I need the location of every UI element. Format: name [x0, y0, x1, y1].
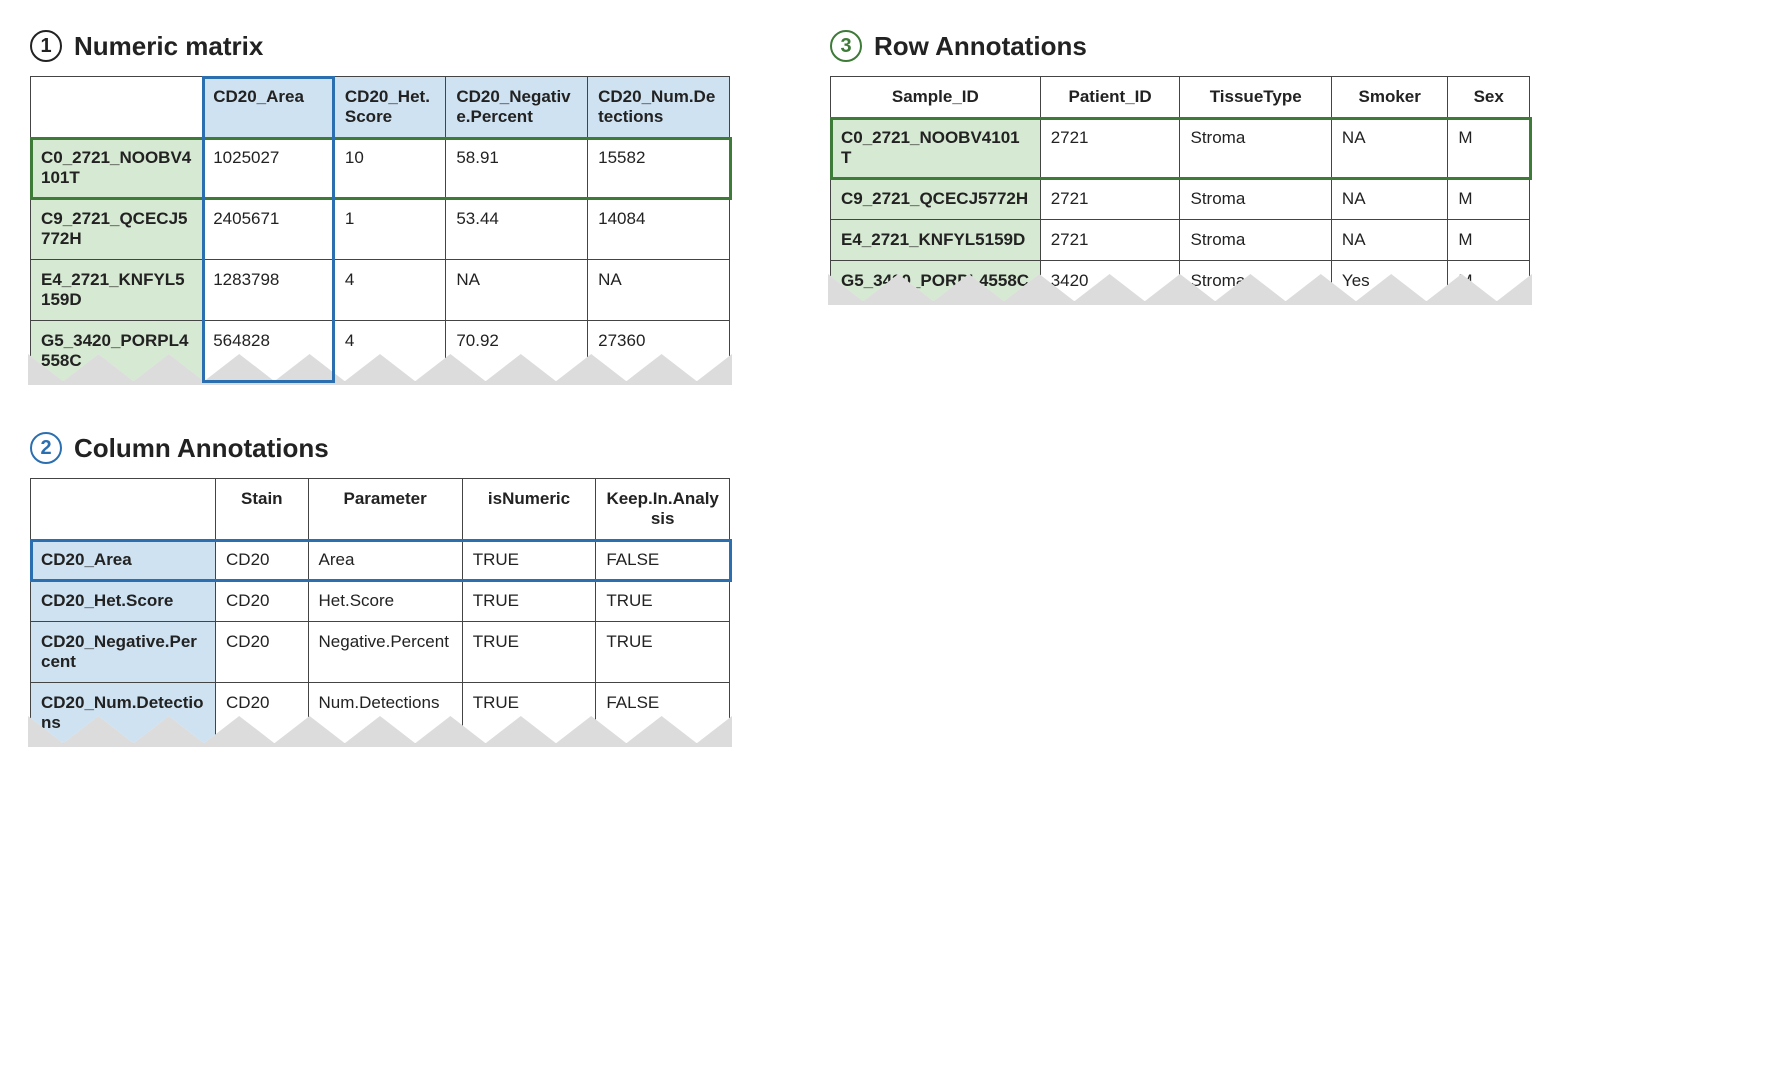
- rowann-cell: NA: [1331, 220, 1448, 261]
- colann-cell: CD20: [216, 581, 309, 622]
- colann-col-header: Stain: [216, 479, 309, 540]
- colann-row-header: CD20_Het.Score: [31, 581, 216, 622]
- corner-cell: [31, 77, 203, 138]
- rowann-col-header: Smoker: [1331, 77, 1448, 118]
- rowann-cell: Stroma: [1180, 179, 1331, 220]
- rowann-cell: M: [1448, 220, 1530, 261]
- matrix-col-header: CD20_Negative.Percent: [446, 77, 588, 138]
- rowann-row-header: C0_2721_NOOBV4101T: [831, 118, 1041, 179]
- colann-table-wrap: Stain Parameter isNumeric Keep.In.Analys…: [30, 478, 730, 744]
- rowann-cell: 2721: [1040, 220, 1180, 261]
- colann-cell: CD20: [216, 540, 309, 581]
- colann-cell: Negative.Percent: [308, 622, 462, 683]
- numeric-matrix-table: CD20_Area CD20_Het.Score CD20_Negative.P…: [30, 76, 730, 382]
- colann-cell: TRUE: [596, 622, 730, 683]
- table-row: C0_2721_NOOBV4101T 1025027 10 58.91 1558…: [31, 138, 730, 199]
- matrix-cell: 1025027: [203, 138, 335, 199]
- rowann-row-header: E4_2721_KNFYL5159D: [831, 220, 1041, 261]
- column-annotations-table: Stain Parameter isNumeric Keep.In.Analys…: [30, 478, 730, 744]
- matrix-cell: 4: [334, 260, 445, 321]
- matrix-col-header: CD20_Het.Score: [334, 77, 445, 138]
- rowann-cell: Stroma: [1180, 118, 1331, 179]
- panel-title-text: Numeric matrix: [74, 31, 263, 62]
- row-annotations-table: Sample_ID Patient_ID TissueType Smoker S…: [830, 76, 1530, 302]
- colann-col-header: isNumeric: [462, 479, 596, 540]
- matrix-col-header: CD20_Num.Detections: [588, 77, 730, 138]
- table-row: CD20_Het.Score CD20 Het.Score TRUE TRUE: [31, 581, 730, 622]
- colann-row-header: CD20_Area: [31, 540, 216, 581]
- matrix-cell: 15582: [588, 138, 730, 199]
- matrix-cell: 14084: [588, 199, 730, 260]
- colann-cell: Het.Score: [308, 581, 462, 622]
- matrix-row-header: E4_2721_KNFYL5159D: [31, 260, 203, 321]
- rowann-cell: 2721: [1040, 179, 1180, 220]
- corner-cell: [31, 479, 216, 540]
- colann-cell: TRUE: [462, 622, 596, 683]
- panel-title: 2 Column Annotations: [30, 432, 730, 464]
- numeric-matrix-table-wrap: CD20_Area CD20_Het.Score CD20_Negative.P…: [30, 76, 730, 382]
- matrix-cell: 58.91: [446, 138, 588, 199]
- panel-title-text: Column Annotations: [74, 433, 329, 464]
- colann-col-header: Keep.In.Analysis: [596, 479, 730, 540]
- table-row: CD20_Area CD20 Area TRUE FALSE: [31, 540, 730, 581]
- panel-number-badge: 2: [30, 432, 62, 464]
- rowann-cell: NA: [1331, 118, 1448, 179]
- matrix-cell: NA: [588, 260, 730, 321]
- table-row: CD20_Negative.Percent CD20 Negative.Perc…: [31, 622, 730, 683]
- rowann-cell: 2721: [1040, 118, 1180, 179]
- rowann-col-header: TissueType: [1180, 77, 1331, 118]
- table-row: C9_2721_QCECJ5772H 2405671 1 53.44 14084: [31, 199, 730, 260]
- rowann-cell: NA: [1331, 179, 1448, 220]
- rowann-col-header: Sample_ID: [831, 77, 1041, 118]
- matrix-row-header: C0_2721_NOOBV4101T: [31, 138, 203, 199]
- panel-number-badge: 1: [30, 30, 62, 62]
- matrix-cell: 10: [334, 138, 445, 199]
- matrix-cell: 1: [334, 199, 445, 260]
- rowann-row-header: G5_3420_PORPL4558C: [831, 261, 1041, 302]
- table-row: E4_2721_KNFYL5159D 1283798 4 NA NA: [31, 260, 730, 321]
- matrix-cell: 53.44: [446, 199, 588, 260]
- rowann-row-header: C9_2721_QCECJ5772H: [831, 179, 1041, 220]
- colann-col-header: Parameter: [308, 479, 462, 540]
- rowann-cell: M: [1448, 179, 1530, 220]
- colann-cell: FALSE: [596, 540, 730, 581]
- matrix-cell: 2405671: [203, 199, 335, 260]
- colann-row-header: CD20_Negative.Percent: [31, 622, 216, 683]
- panel-title: 1 Numeric matrix: [30, 30, 730, 62]
- matrix-col-header: CD20_Area: [203, 77, 335, 138]
- colann-cell: CD20: [216, 622, 309, 683]
- panel-number-badge: 3: [830, 30, 862, 62]
- panel-row-annotations: 3 Row Annotations Sample_ID Patient_ID T…: [830, 30, 1530, 302]
- colann-cell: TRUE: [596, 581, 730, 622]
- colann-cell: Area: [308, 540, 462, 581]
- matrix-cell: 1283798: [203, 260, 335, 321]
- table-row: C0_2721_NOOBV4101T 2721 Stroma NA M: [831, 118, 1530, 179]
- rowann-cell: Stroma: [1180, 220, 1331, 261]
- panel-title: 3 Row Annotations: [830, 30, 1530, 62]
- panel-title-text: Row Annotations: [874, 31, 1087, 62]
- matrix-cell: NA: [446, 260, 588, 321]
- colann-cell: TRUE: [462, 540, 596, 581]
- rowann-table-wrap: Sample_ID Patient_ID TissueType Smoker S…: [830, 76, 1530, 302]
- table-row: E4_2721_KNFYL5159D 2721 Stroma NA M: [831, 220, 1530, 261]
- colann-cell: TRUE: [462, 581, 596, 622]
- rowann-col-header: Patient_ID: [1040, 77, 1180, 118]
- panel-column-annotations: 2 Column Annotations Stain Parameter isN…: [30, 432, 730, 744]
- panel-numeric-matrix: 1 Numeric matrix CD20_Area CD20_Het.Scor…: [30, 30, 730, 382]
- rowann-cell: M: [1448, 118, 1530, 179]
- rowann-col-header: Sex: [1448, 77, 1530, 118]
- matrix-row-header: C9_2721_QCECJ5772H: [31, 199, 203, 260]
- table-row: C9_2721_QCECJ5772H 2721 Stroma NA M: [831, 179, 1530, 220]
